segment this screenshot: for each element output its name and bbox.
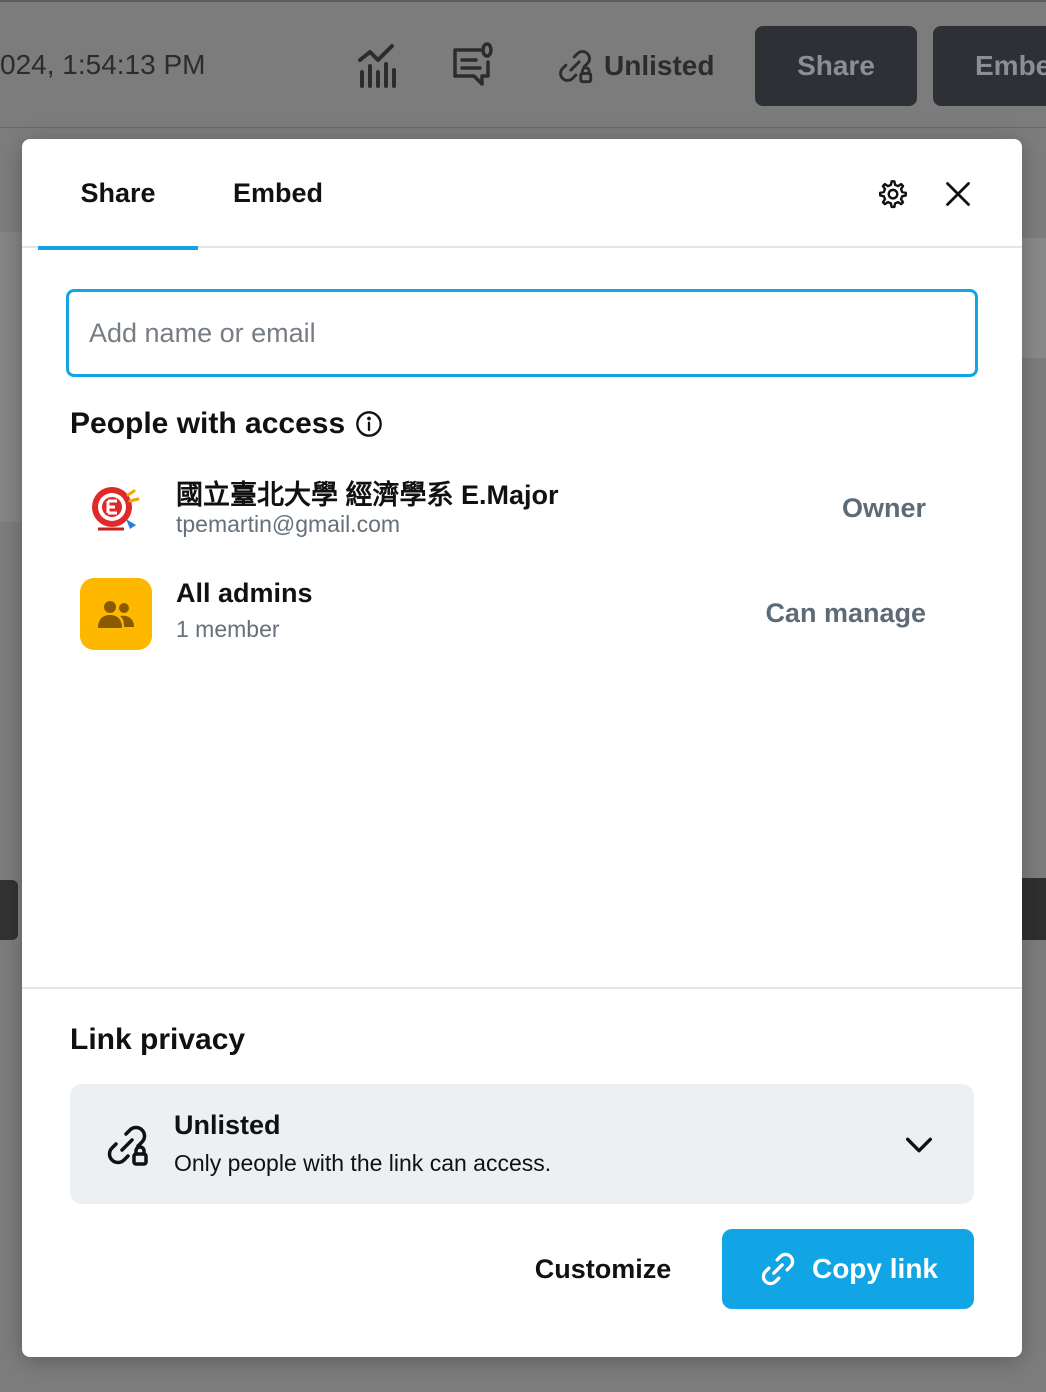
person-row-all-admins[interactable]: All admins 1 member Can manage xyxy=(70,578,950,658)
background-unlisted-label: Unlisted xyxy=(604,50,715,81)
analytics-icon[interactable] xyxy=(356,42,400,90)
all-admins-name: All admins xyxy=(176,578,313,608)
all-admins-avatar xyxy=(80,578,152,650)
section-divider xyxy=(22,987,1022,989)
settings-button[interactable] xyxy=(868,169,918,219)
unlisted-link-icon xyxy=(107,1125,148,1166)
link-privacy-option-title: Unlisted xyxy=(174,1110,281,1140)
gear-icon xyxy=(878,180,907,209)
copy-link-button[interactable]: Copy link xyxy=(722,1229,974,1309)
link-privacy-select[interactable]: Unlisted Only people with the link can a… xyxy=(70,1084,974,1204)
background-unlisted-status[interactable]: Unlisted xyxy=(556,46,714,86)
info-icon[interactable] xyxy=(355,410,383,438)
tab-embed[interactable]: Embed xyxy=(208,139,348,248)
background-panel-right-dark xyxy=(1022,878,1046,940)
chevron-down-icon xyxy=(905,1137,933,1153)
all-admins-role[interactable]: Can manage xyxy=(765,598,926,629)
close-icon xyxy=(946,182,970,206)
all-admins-member-count: 1 member xyxy=(176,616,280,642)
background-panel-left-dark xyxy=(0,880,18,940)
link-privacy-option-description: Only people with the link can access. xyxy=(174,1150,552,1176)
background-header: 024, 1:54:13 PM Unlisted Share Embe xyxy=(0,0,1046,128)
emajor-logo-icon xyxy=(92,487,140,531)
background-timestamp: 024, 1:54:13 PM xyxy=(0,49,206,80)
comments-icon[interactable] xyxy=(452,42,496,90)
close-button[interactable] xyxy=(933,169,983,219)
group-icon xyxy=(98,601,134,628)
unlisted-link-icon xyxy=(559,50,593,84)
add-name-or-email-input[interactable] xyxy=(66,289,978,377)
copy-link-label: Copy link xyxy=(811,1253,938,1284)
owner-name: 國立臺北大學 經濟學系 E.Major xyxy=(176,480,559,510)
person-row-owner[interactable]: 國立臺北大學 經濟學系 E.Major tpemartin@gmail.com … xyxy=(70,473,950,553)
dialog-tabs: Share Embed xyxy=(22,139,1022,250)
people-with-access-label: People with access xyxy=(70,407,346,440)
share-dialog: Share Embed People with access xyxy=(22,139,1022,1357)
background-panel-left xyxy=(0,232,24,522)
background-share-button[interactable]: Share xyxy=(755,26,917,106)
owner-role: Owner xyxy=(841,493,926,523)
owner-email: tpemartin@gmail.com xyxy=(176,511,401,537)
background-panel-right xyxy=(1022,238,1046,358)
owner-avatar xyxy=(80,473,152,545)
people-with-access-heading: People with access xyxy=(70,407,383,441)
customize-button[interactable]: Customize xyxy=(510,1229,696,1309)
background-embed-button[interactable]: Embe xyxy=(933,26,1046,106)
link-privacy-heading: Link privacy xyxy=(70,1023,246,1056)
link-icon xyxy=(761,1252,795,1286)
tab-share[interactable]: Share xyxy=(38,139,198,250)
